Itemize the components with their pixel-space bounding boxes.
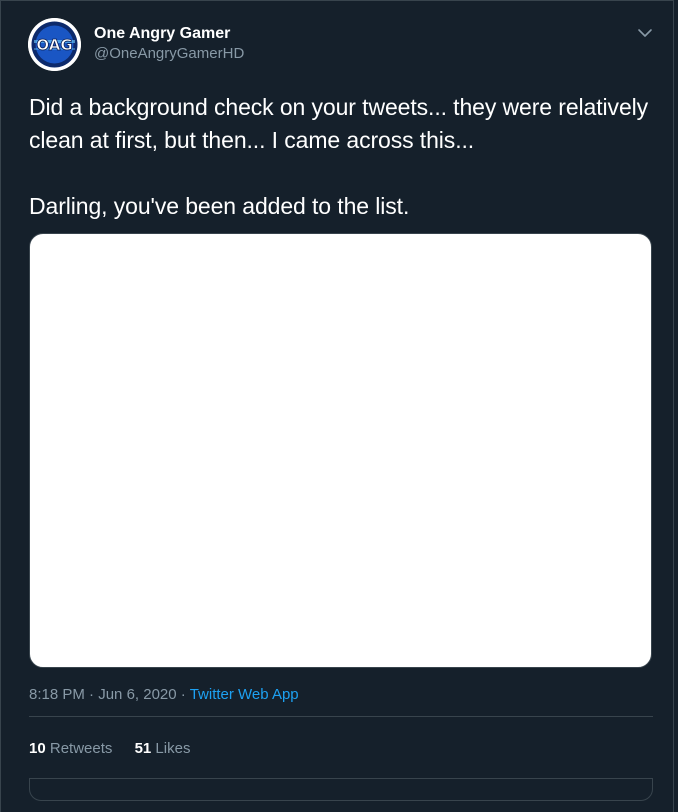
tweet-text: Did a background check on your tweets...… [29,91,654,223]
likes-stat[interactable]: 51 Likes [135,740,191,757]
tweet-stats: 10 Retweets 51 Likes [29,739,208,759]
author-handle[interactable]: @OneAngryGamerHD [94,44,244,64]
separator: · [180,686,186,703]
divider [29,716,653,717]
author-block: One Angry Gamer @OneAngryGamerHD [94,23,244,64]
tweet-time[interactable]: 8:18 PM [29,686,85,703]
tweet-source-link[interactable]: Twitter Web App [190,686,299,703]
avatar[interactable]: OAG [28,18,81,71]
chevron-down-icon [638,29,652,37]
tweet-text-line-1: Did a background check on your tweets...… [29,94,649,153]
retweets-count: 10 [29,740,46,757]
tweet-card: OAG One Angry Gamer @OneAngryGamerHD Did… [0,0,674,812]
retweets-label: Retweets [49,740,113,757]
separator: · [89,686,95,703]
tweet-menu-button[interactable] [635,23,655,43]
tweet-date[interactable]: Jun 6, 2020 [98,686,176,703]
action-bar [29,779,653,801]
author-name[interactable]: One Angry Gamer [94,23,244,44]
tweet-media-image[interactable] [29,233,652,668]
tweet-text-line-2: Darling, you've been added to the list. [29,193,410,219]
likes-count: 51 [134,740,152,757]
svg-text:OAG: OAG [36,36,72,54]
likes-label: Likes [155,740,191,757]
tweet-timestamp: 8:18 PM · Jun 6, 2020 · Twitter Web App [29,685,299,705]
retweets-stat[interactable]: 10 Retweets [29,740,112,757]
